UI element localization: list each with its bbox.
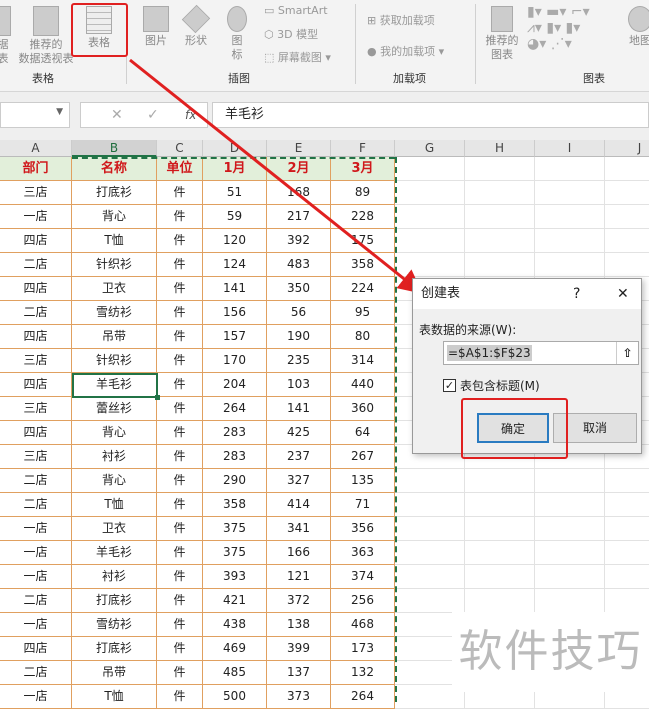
checkbox-checked-icon[interactable]: ✓ xyxy=(443,379,456,392)
dialog-title: 创建表 xyxy=(421,286,461,301)
annotation-box-ok xyxy=(461,398,568,459)
has-headers-label: 表包含标题(M) xyxy=(460,379,540,393)
source-label: 表数据的来源(W): xyxy=(419,323,517,337)
source-range-input[interactable]: =$A$1:$F$23 ⇧ xyxy=(443,341,639,365)
watermark: 软件技巧 xyxy=(452,612,649,692)
close-icon[interactable]: ✕ xyxy=(617,279,629,309)
help-button[interactable]: ? xyxy=(573,279,580,309)
source-range-value: =$A$1:$F$23 xyxy=(447,345,532,361)
collapse-dialog-icon[interactable]: ⇧ xyxy=(616,342,638,364)
dialog-titlebar: 创建表 ? ✕ xyxy=(413,279,641,309)
has-headers-checkbox[interactable]: ✓ 表包含标题(M) xyxy=(443,377,540,394)
